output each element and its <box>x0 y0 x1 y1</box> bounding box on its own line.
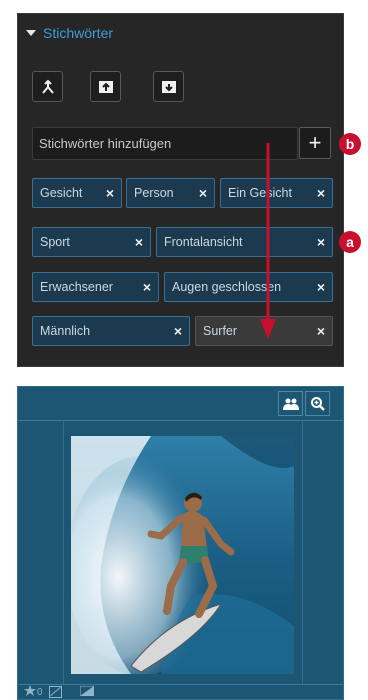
preview-divider <box>302 421 303 684</box>
remove-keyword-icon[interactable]: × <box>135 234 143 250</box>
keyword-chip[interactable]: Augen geschlossen × <box>164 272 333 302</box>
export-keywords-button[interactable] <box>153 71 184 102</box>
keyword-chip-label: Erwachsener <box>40 280 113 294</box>
flag-icon[interactable] <box>79 685 95 699</box>
remove-keyword-icon[interactable]: × <box>317 185 325 201</box>
people-button[interactable] <box>278 391 303 416</box>
keywords-header[interactable]: Stichwörter <box>26 24 113 42</box>
rating-count: 0 <box>37 686 43 698</box>
remove-keyword-icon[interactable]: × <box>317 234 325 250</box>
keywords-title: Stichwörter <box>43 25 114 41</box>
import-keywords-button[interactable] <box>90 71 121 102</box>
keyword-chip-label: Frontalansicht <box>164 235 243 249</box>
keyword-chip[interactable]: Erwachsener × <box>32 272 159 302</box>
remove-keyword-icon[interactable]: × <box>106 185 114 201</box>
remove-keyword-icon[interactable]: × <box>317 279 325 295</box>
export-icon <box>161 80 176 93</box>
drag-arrow-annotation <box>260 143 276 339</box>
merge-keywords-button[interactable] <box>32 71 63 102</box>
merge-icon <box>41 79 54 94</box>
keyword-chip[interactable]: Männlich × <box>32 316 190 346</box>
add-keyword-button[interactable]: + <box>299 127 331 159</box>
preview-toolbar <box>18 387 343 421</box>
keyword-chip[interactable]: Sport × <box>32 227 151 257</box>
remove-keyword-icon[interactable]: × <box>317 323 325 339</box>
keyword-chip-label: Person <box>134 186 174 200</box>
zoom-button[interactable] <box>305 391 330 416</box>
surfer-photo <box>71 436 294 674</box>
callout-a: a <box>339 231 361 253</box>
no-color-label-icon[interactable] <box>48 686 62 698</box>
keyword-chip[interactable]: Person × <box>126 178 215 208</box>
rating-icon[interactable] <box>24 685 36 699</box>
remove-keyword-icon[interactable]: × <box>199 185 207 201</box>
collapse-triangle-icon[interactable] <box>26 30 36 36</box>
remove-keyword-icon[interactable]: × <box>174 323 182 339</box>
image-preview-panel: 0 <box>17 386 344 700</box>
keyword-chip-label: Männlich <box>40 324 91 338</box>
import-icon <box>98 80 113 93</box>
keyword-chip-label: Surfer <box>203 324 238 338</box>
preview-footer: 0 <box>18 684 343 699</box>
preview-divider <box>63 421 64 684</box>
surfer-image <box>71 436 294 674</box>
keyword-chip[interactable]: Gesicht × <box>32 178 122 208</box>
keywords-panel: Stichwörter + Gesicht × Person × Ein Ges… <box>17 13 344 367</box>
callout-b: b <box>339 133 361 155</box>
keyword-chip-label: Gesicht <box>40 186 83 200</box>
remove-keyword-icon[interactable]: × <box>143 279 151 295</box>
zoom-icon <box>310 396 325 411</box>
people-icon <box>282 398 299 410</box>
keyword-chip[interactable]: Frontalansicht × <box>156 227 333 257</box>
keyword-chip-label: Sport <box>40 235 70 249</box>
